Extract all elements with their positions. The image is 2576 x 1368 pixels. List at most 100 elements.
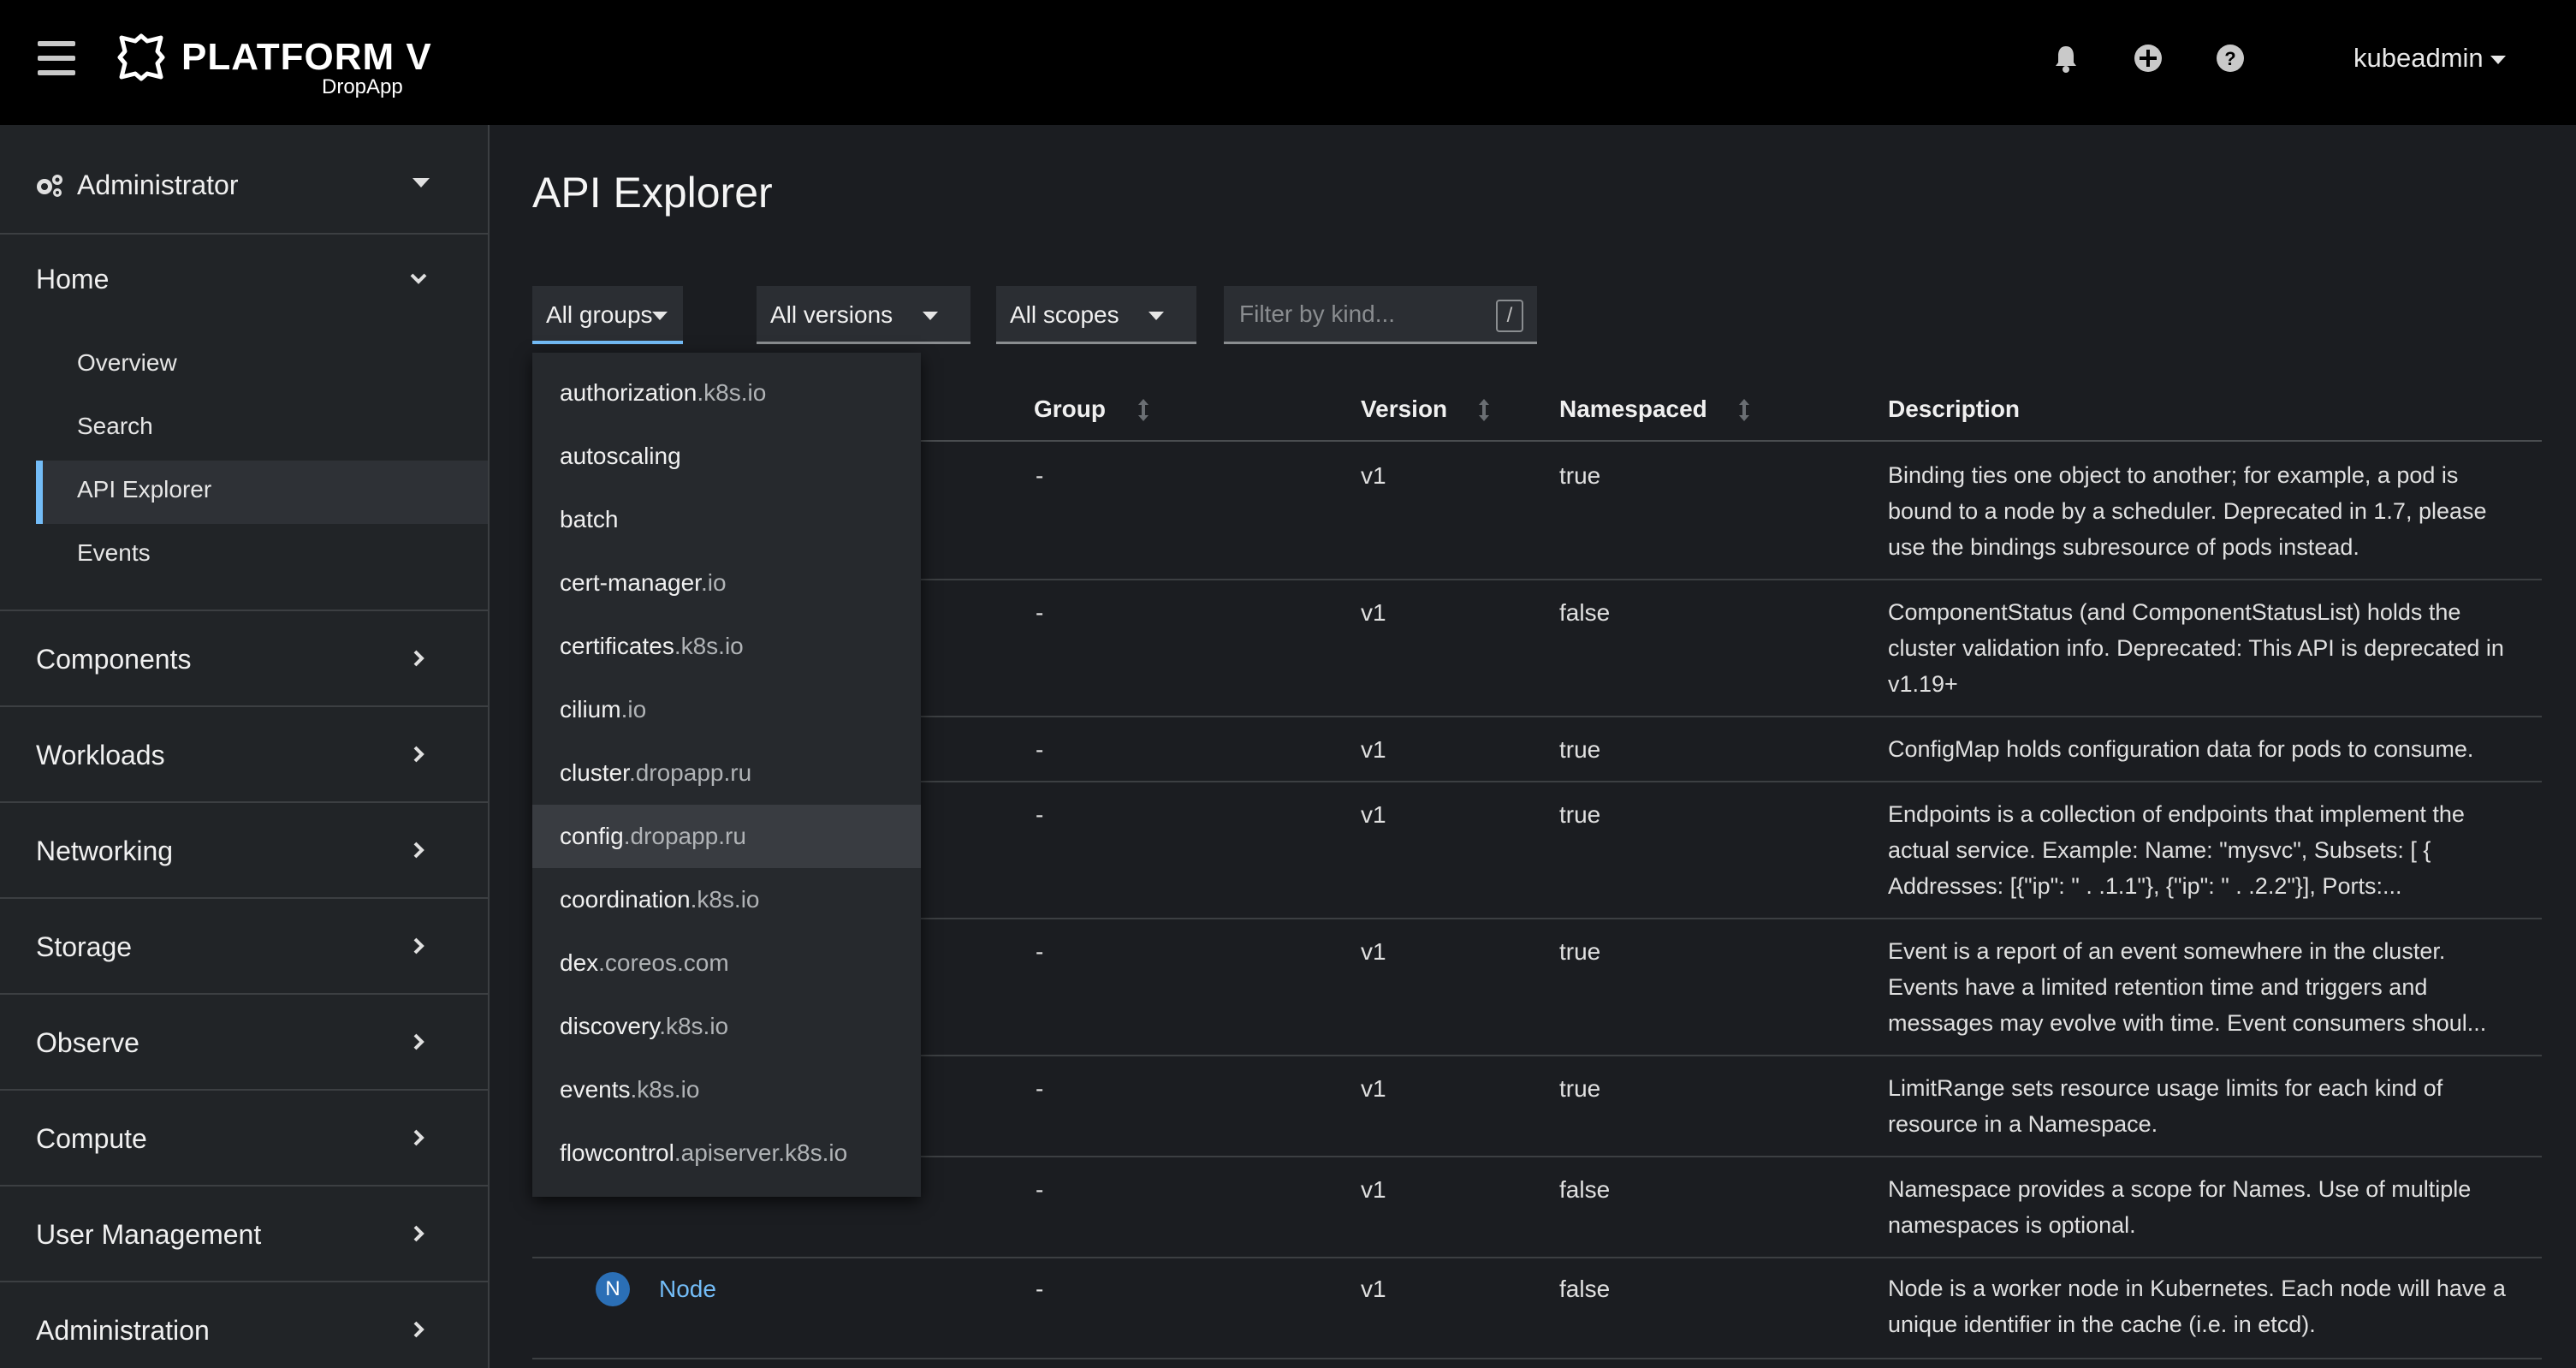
cell-version: v1: [1361, 736, 1386, 763]
masthead: PLATFORM V DropApp ? kubeadmin: [0, 0, 2576, 125]
platform-logo-icon: [117, 33, 165, 81]
cell-description: ComponentStatus (and ComponentStatusList…: [1888, 599, 2504, 697]
cell-namespaced: true: [1559, 462, 1601, 489]
menu-item-group[interactable]: cilium.io: [532, 678, 921, 741]
nav-section-label: Observe: [36, 1027, 139, 1058]
cell-description: ConfigMap holds configuration data for p…: [1888, 736, 2474, 762]
scopes-select[interactable]: All scopes: [996, 286, 1196, 344]
chevron-down-icon: [410, 273, 427, 284]
hamburger-menu-icon[interactable]: [38, 41, 75, 75]
perspective-switcher[interactable]: Administrator: [0, 125, 488, 235]
chevron-right-icon: [413, 1129, 424, 1146]
caret-down-icon: [652, 312, 668, 320]
cell-namespaced: false: [1559, 1276, 1611, 1302]
cell-group: -: [1036, 1276, 1044, 1302]
chevron-right-icon: [413, 1225, 424, 1242]
versions-select[interactable]: All versions: [757, 286, 970, 344]
brand-subtitle: DropApp: [322, 75, 403, 98]
nav-section-label: Networking: [36, 836, 174, 866]
sort-icon[interactable]: [1137, 397, 1150, 423]
groups-select[interactable]: All groups: [532, 286, 683, 344]
column-header-namespaced[interactable]: Namespaced: [1559, 396, 1707, 423]
nav-section-label: Workloads: [36, 740, 165, 770]
menu-item-group[interactable]: batch: [532, 488, 921, 551]
cell-version: v1: [1361, 462, 1386, 489]
menu-item-group-highlighted[interactable]: config.dropapp.ru: [532, 805, 921, 868]
cell-description: Binding ties one object to another; for …: [1888, 462, 2487, 560]
chevron-right-icon: [413, 1321, 424, 1338]
menu-item-group[interactable]: discovery.k8s.io: [532, 995, 921, 1058]
nav-section-label: Components: [36, 644, 192, 675]
chevron-right-icon: [413, 937, 424, 955]
keyboard-shortcut-hint: /: [1496, 300, 1523, 332]
sort-icon[interactable]: [1737, 397, 1751, 423]
plus-circle-icon[interactable]: [2131, 41, 2165, 75]
menu-item-group[interactable]: cert-manager.io: [532, 551, 921, 615]
cell-group: -: [1036, 599, 1044, 626]
nav-section-administration[interactable]: Administration: [0, 1282, 488, 1368]
user-menu[interactable]: kubeadmin: [2353, 43, 2506, 74]
cell-description: Endpoints is a collection of endpoints t…: [1888, 801, 2465, 899]
cell-group: -: [1036, 1176, 1044, 1203]
sort-icon[interactable]: [1477, 397, 1491, 423]
nav-section-label: User Management: [36, 1219, 262, 1250]
column-header-version[interactable]: Version: [1361, 396, 1447, 423]
nav-section-user-management[interactable]: User Management: [0, 1187, 488, 1282]
cell-group: -: [1036, 801, 1044, 828]
cell-description: Node is a worker node in Kubernetes. Eac…: [1888, 1276, 2506, 1337]
bell-icon[interactable]: [2049, 41, 2083, 75]
nav-section-compute[interactable]: Compute: [0, 1091, 488, 1187]
cell-group: -: [1036, 1075, 1044, 1102]
cell-version: v1: [1361, 938, 1386, 965]
filter-by-kind-input[interactable]: [1224, 286, 1537, 344]
sidebar-item-overview[interactable]: Overview: [77, 349, 177, 377]
menu-item-group[interactable]: certificates.k8s.io: [532, 615, 921, 678]
menu-item-group[interactable]: flowcontrol.apiserver.k8s.io: [532, 1121, 921, 1185]
cogs-icon: [37, 175, 62, 197]
nav-section-label: Administration: [36, 1315, 210, 1346]
groups-dropdown-menu: authorization.k8s.io autoscaling batch c…: [532, 353, 921, 1197]
cell-group: -: [1036, 462, 1044, 489]
cell-version: v1: [1361, 1176, 1386, 1203]
nav-section-networking[interactable]: Networking: [0, 803, 488, 899]
cell-namespaced: false: [1559, 599, 1611, 626]
sidebar-item-events[interactable]: Events: [77, 539, 151, 567]
sidebar-item-api-explorer[interactable]: API Explorer: [77, 476, 211, 503]
versions-select-value: All versions: [770, 301, 893, 328]
chevron-right-icon: [413, 650, 424, 667]
nav-section-components[interactable]: Components: [0, 611, 488, 707]
menu-item-group[interactable]: autoscaling: [532, 425, 921, 488]
nav-section-home: Home Overview Search API Explorer Events: [0, 235, 488, 611]
svg-text:?: ?: [2224, 48, 2235, 69]
nav-section-label: Compute: [36, 1123, 147, 1154]
cell-group: -: [1036, 736, 1044, 763]
nav-section-storage[interactable]: Storage: [0, 899, 488, 995]
column-header-group[interactable]: Group: [1034, 396, 1106, 423]
cell-group: -: [1036, 938, 1044, 965]
menu-item-group[interactable]: events.k8s.io: [532, 1058, 921, 1121]
question-circle-icon[interactable]: ?: [2213, 41, 2247, 75]
caret-down-icon: [1149, 312, 1164, 320]
menu-item-group[interactable]: cluster.dropapp.ru: [532, 741, 921, 805]
caret-down-icon: [413, 178, 430, 187]
cell-namespaced: true: [1559, 1075, 1601, 1102]
cell-namespaced: true: [1559, 938, 1601, 965]
nav-section-label: Storage: [36, 931, 133, 962]
menu-item-group[interactable]: authorization.k8s.io: [532, 361, 921, 425]
caret-down-icon: [2490, 55, 2506, 64]
nav-home-toggle[interactable]: Home: [36, 264, 109, 295]
menu-item-group[interactable]: dex.coreos.com: [532, 931, 921, 995]
cell-namespaced: true: [1559, 801, 1601, 828]
user-name: kubeadmin: [2353, 43, 2484, 73]
nav-section-observe[interactable]: Observe: [0, 995, 488, 1091]
menu-item-group[interactable]: coordination.k8s.io: [532, 868, 921, 931]
nav-section-workloads[interactable]: Workloads: [0, 707, 488, 803]
cell-description: LimitRange sets resource usage limits fo…: [1888, 1075, 2443, 1137]
cell-version: v1: [1361, 801, 1386, 828]
column-header-description: Description: [1888, 396, 2021, 422]
sidebar: Administrator Home Overview Search API E…: [0, 125, 490, 1368]
kind-link-node[interactable]: Node: [659, 1276, 716, 1303]
brand-name: PLATFORM V: [181, 36, 432, 78]
sidebar-item-search[interactable]: Search: [77, 413, 153, 440]
kind-badge: N: [596, 1272, 630, 1306]
